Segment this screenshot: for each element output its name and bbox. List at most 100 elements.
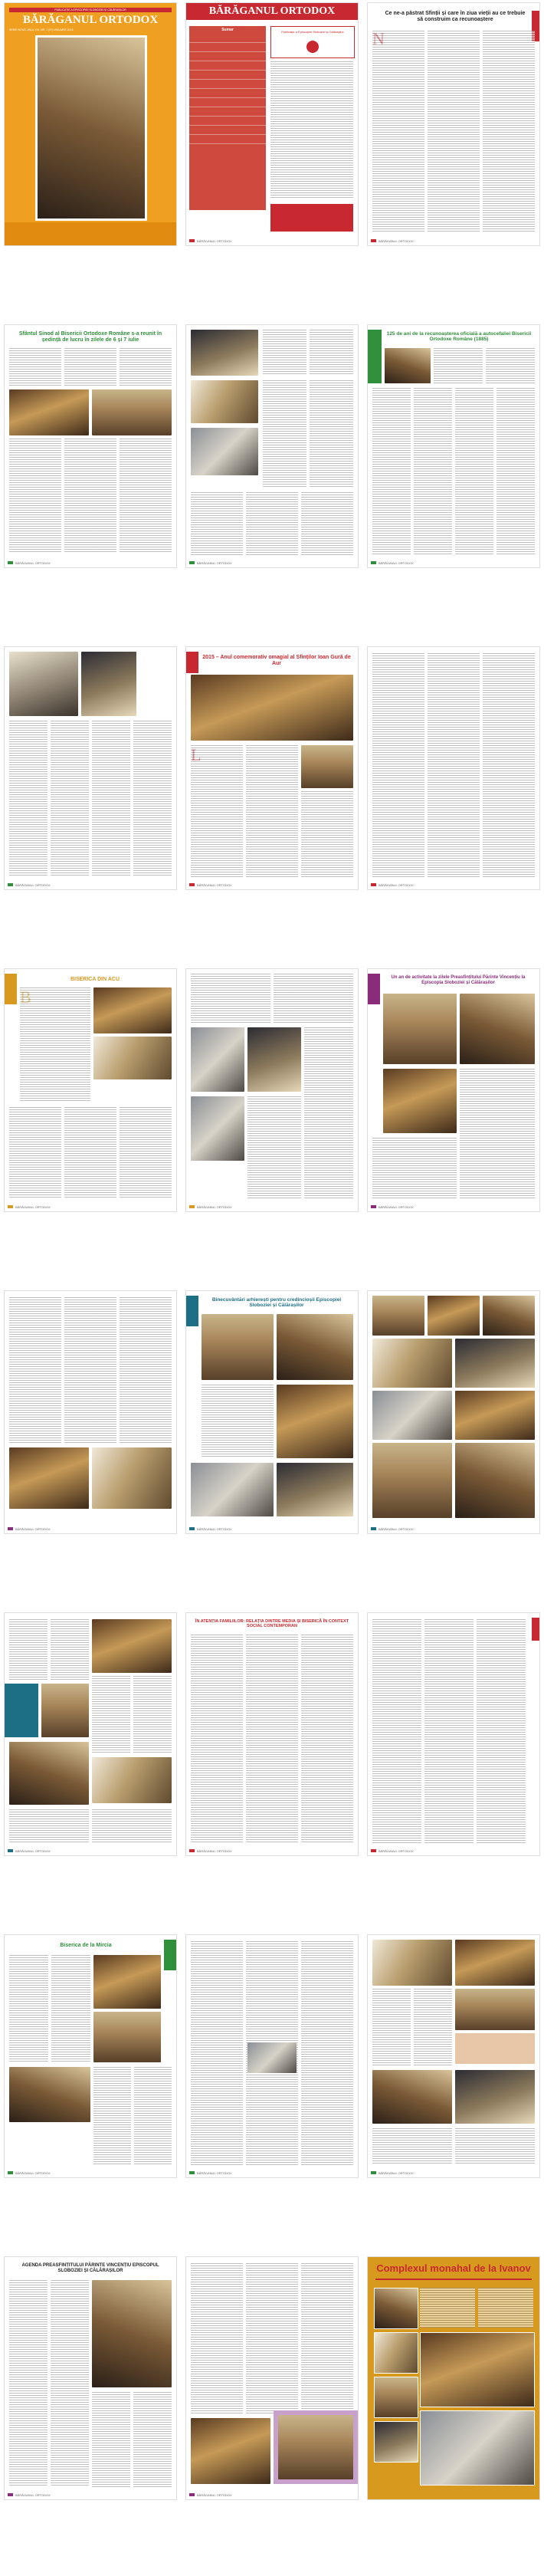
page-25[interactable]: AGENDA PREASFINȚITULUI PĂRINTE VINCENȚIU… — [5, 2257, 176, 2499]
article-photo — [9, 2067, 90, 2122]
article-headline: Biserica de la Mircia — [60, 1943, 112, 1948]
article-photo — [41, 1684, 89, 1737]
article-photo — [93, 2012, 161, 2062]
article-body — [372, 1989, 452, 2065]
article-body — [191, 492, 353, 555]
article-headline: Ce ne-a păstrat Sfinții și care în ziua … — [385, 11, 526, 23]
toc-item[interactable] — [189, 71, 266, 80]
toc-item[interactable] — [189, 98, 266, 107]
article-body — [372, 388, 535, 555]
article-body — [191, 2263, 353, 2413]
page-6[interactable]: BĂRĂGANUL ORTODOX — [186, 325, 358, 567]
article-photo — [385, 348, 431, 383]
page-16[interactable]: BĂRĂGANUL ORTODOX — [5, 1291, 176, 1533]
article-body — [247, 1096, 301, 1199]
cover-page[interactable]: PUBLICAȚIE A EPISCOPIEI SLOBOZIEI ȘI CĂL… — [5, 3, 176, 245]
spread-row-8: AGENDA PREASFINȚITULUI PĂRINTE VINCENȚIU… — [0, 2254, 544, 2502]
page-footer: BĂRĂGANUL ORTODOX — [371, 2171, 536, 2175]
crest-icon — [306, 41, 319, 53]
page-23[interactable]: BĂRĂGANUL ORTODOX — [186, 1935, 358, 2177]
page-5[interactable]: Sfântul Sinod al Bisericii Ortodoxe Româ… — [5, 325, 176, 567]
article-body — [9, 1809, 172, 1843]
page-2-contents[interactable]: BĂRĂGANUL ORTODOX Sumar Publicaţie a Epi… — [186, 3, 358, 245]
page-footer: BĂRĂGANUL ORTODOX — [371, 239, 536, 243]
title-rule — [375, 2279, 532, 2280]
page-20[interactable]: ÎN ATENȚIA FAMILIILOR: RELAȚIA DINTRE ME… — [186, 1613, 358, 1855]
article-photo — [428, 1296, 480, 1336]
toc-item[interactable] — [189, 52, 266, 61]
page-26[interactable]: BĂRĂGANUL ORTODOX — [186, 2257, 358, 2499]
green-tab — [164, 1940, 176, 1970]
article-photo — [191, 2418, 270, 2484]
page-footer: BĂRĂGANUL ORTODOX — [8, 883, 173, 887]
spread-row-5: BĂRĂGANUL ORTODOX Binecuvântări arhiereș… — [0, 1288, 544, 1536]
page-14[interactable]: BĂRĂGANUL ORTODOX — [186, 969, 358, 1211]
toc-item[interactable] — [189, 117, 266, 126]
article-photo — [278, 2415, 353, 2479]
toc-item[interactable] — [189, 107, 266, 117]
toc-item[interactable] — [189, 34, 266, 43]
article-photo — [372, 1391, 452, 1440]
page-footer: BĂRĂGANUL ORTODOX — [371, 883, 536, 887]
article-body — [191, 974, 353, 1023]
article-photo — [191, 380, 258, 423]
page-13[interactable]: BISERICA DIN ACU B BĂRĂGANUL ORTODOX — [5, 969, 176, 1211]
page-19[interactable]: BĂRĂGANUL ORTODOX — [5, 1613, 176, 1855]
page-footer: BĂRĂGANUL ORTODOX — [371, 1205, 536, 1209]
article-photo — [383, 1069, 457, 1133]
page-22[interactable]: Biserica de la Mircia BĂRĂGANUL ORTODOX — [5, 1935, 176, 2177]
page-footer: BĂRĂGANUL ORTODOX — [189, 2171, 355, 2175]
teal-tab — [186, 1296, 198, 1326]
article-photo — [92, 389, 172, 435]
article-body — [372, 1138, 457, 1199]
article-photo — [483, 1296, 535, 1336]
article-body — [460, 1069, 535, 1199]
imprint-box: Publicaţie a Episcopiei Sloboziei şi Căl… — [270, 26, 355, 58]
article-body — [191, 745, 298, 877]
article-photo — [247, 2042, 297, 2073]
article-body — [304, 1027, 353, 1199]
page-footer: BĂRĂGANUL ORTODOX — [8, 1527, 173, 1531]
article-photo — [191, 428, 258, 475]
page-18[interactable]: BĂRĂGANUL ORTODOX — [368, 1291, 539, 1533]
article-photo — [372, 1940, 452, 1986]
toc-item[interactable] — [189, 126, 266, 135]
page-7[interactable]: 125 de ani de la recunoașterea oficială … — [368, 325, 539, 567]
page-footer: BĂRĂGANUL ORTODOX — [189, 1527, 355, 1531]
toc-item[interactable] — [189, 43, 266, 52]
portrait-engraving — [9, 652, 78, 716]
teal-block — [5, 1684, 38, 1737]
monastery-photo — [420, 2410, 535, 2486]
toc-item[interactable] — [189, 89, 266, 98]
page-28-back-cover[interactable]: Complexul monahal de la Ivanov — [368, 2257, 539, 2499]
page-24[interactable]: BĂRĂGANUL ORTODOX — [368, 1935, 539, 2177]
page-3-editorial[interactable]: Ce ne-a păstrat Sfinții și care în ziua … — [368, 3, 539, 245]
portrait-photo — [191, 1096, 244, 1161]
article-body — [9, 721, 172, 877]
page-17[interactable]: Binecuvântări arhierești pentru credinci… — [186, 1291, 358, 1533]
article-photo — [372, 1296, 424, 1336]
page-footer: BĂRĂGANUL ORTODOX — [189, 1849, 355, 1853]
toc-item[interactable] — [189, 80, 266, 89]
page-15[interactable]: Un an de activitate la zilele Preasfinți… — [368, 969, 539, 1211]
article-photo — [372, 2070, 452, 2124]
article-photo — [455, 1989, 535, 2030]
toc-item[interactable] — [189, 61, 266, 71]
page-11[interactable]: 2015 – Anul comemorativ omagial al Sfinț… — [186, 647, 358, 889]
page-12[interactable]: BĂRĂGANUL ORTODOX — [368, 647, 539, 889]
page-21[interactable]: BĂRĂGANUL ORTODOX — [368, 1613, 539, 1855]
article-photo — [191, 330, 258, 376]
page-9[interactable]: BĂRĂGANUL ORTODOX — [5, 647, 176, 889]
toc-item[interactable] — [189, 135, 266, 144]
page-footer: BĂRĂGANUL ORTODOX — [371, 1527, 536, 1531]
article-photo — [93, 987, 172, 1033]
bishop-portrait — [92, 2280, 172, 2387]
monastery-photo — [374, 2421, 418, 2463]
article-photo — [92, 1619, 172, 1673]
article-body — [9, 1955, 90, 2062]
article-body — [93, 2067, 172, 2165]
portrait-photo — [191, 1027, 244, 1092]
article-photo — [372, 1339, 452, 1388]
article-body — [372, 2128, 535, 2165]
cover-bottom-band — [5, 222, 176, 245]
